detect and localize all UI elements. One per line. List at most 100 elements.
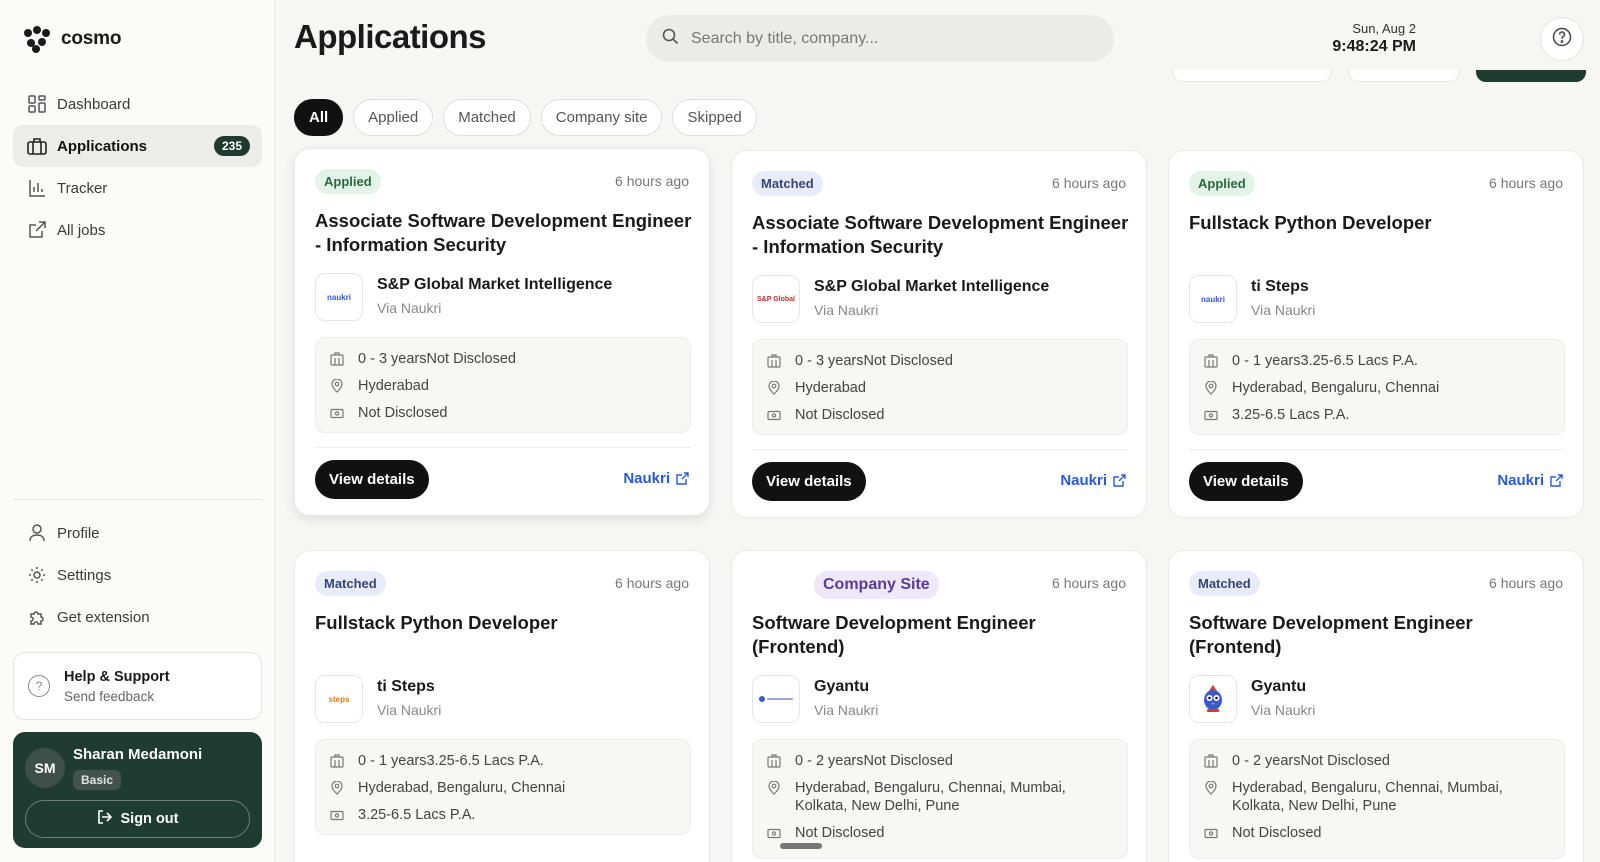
- experience-text: 0 - 1 years3.25-6.5 Lacs P.A.: [358, 753, 544, 769]
- help-support-card[interactable]: ? Help & Support Send feedback: [13, 652, 262, 720]
- filter-company-site[interactable]: Company site: [540, 99, 663, 136]
- applications-count-badge: 235: [213, 136, 250, 156]
- application-card[interactable]: Company Site 6 hours ago Software Develo…: [731, 550, 1147, 862]
- view-details-button[interactable]: View details: [752, 462, 866, 501]
- location-row: Hyderabad: [330, 377, 676, 395]
- source-link[interactable]: Naukri: [623, 470, 689, 487]
- salary-row: Not Disclosed: [1204, 824, 1550, 842]
- job-title: Associate Software Development Engineer …: [752, 212, 1129, 257]
- salary-row: Not Disclosed: [330, 404, 676, 422]
- view-details-button[interactable]: View details: [1189, 462, 1303, 501]
- search-input[interactable]: [691, 29, 1091, 48]
- location-text: Hyderabad: [795, 380, 866, 396]
- job-details: 0 - 3 yearsNot Disclosed Hyderabad Not D…: [752, 339, 1128, 435]
- status-badge: Matched: [1189, 571, 1260, 596]
- hidden-toolbar-edge: [1172, 70, 1588, 86]
- sign-out-label: Sign out: [120, 811, 179, 827]
- location-pin-icon: [768, 781, 780, 795]
- plan-badge: Basic: [73, 770, 122, 790]
- nav-item-get-extension[interactable]: Get extension: [13, 596, 262, 638]
- sign-out-button[interactable]: Sign out: [25, 800, 250, 838]
- nav-item-tracker[interactable]: Tracker: [13, 167, 262, 209]
- money-icon: [1204, 828, 1218, 839]
- filter-all[interactable]: All: [294, 99, 344, 136]
- location-text: Hyderabad, Bengaluru, Chennai, Mumbai, K…: [795, 780, 1066, 814]
- job-details: 0 - 2 yearsNot Disclosed Hyderabad, Beng…: [752, 739, 1128, 859]
- horizontal-scrollbar-thumb[interactable]: [780, 843, 822, 849]
- building-icon: [767, 754, 781, 768]
- source-via: Via Naukri: [377, 702, 442, 718]
- view-details-button[interactable]: View details: [315, 460, 429, 499]
- brand-name: cosmo: [61, 28, 122, 49]
- building-icon: [330, 352, 344, 366]
- application-card[interactable]: Applied 6 hours ago Fullstack Python Dev…: [1168, 150, 1584, 518]
- job-title: Software Development Engineer (Frontend): [1189, 612, 1473, 657]
- location-row: Hyderabad, Bengaluru, Chennai: [330, 779, 676, 797]
- experience-row: 0 - 3 yearsNot Disclosed: [767, 352, 1113, 370]
- search-bar[interactable]: [646, 15, 1114, 62]
- time-ago: 6 hours ago: [1052, 575, 1126, 591]
- external-link-icon: [27, 220, 47, 240]
- status-badge: Applied: [315, 169, 381, 194]
- money-icon: [330, 810, 344, 821]
- experience-row: 0 - 3 yearsNot Disclosed: [330, 350, 676, 368]
- application-card[interactable]: Matched 6 hours ago Fullstack Python Dev…: [294, 550, 710, 862]
- job-title: Software Development Engineer (Frontend): [752, 612, 1036, 657]
- location-pin-icon: [331, 379, 343, 393]
- job-title: Associate Software Development Engineer …: [315, 210, 692, 255]
- sidebar-divider: [13, 499, 262, 500]
- company-logo: [1189, 675, 1237, 723]
- status-badge: Matched: [315, 571, 386, 596]
- filter-matched[interactable]: Matched: [443, 99, 531, 136]
- briefcase-icon: [27, 136, 47, 156]
- salary-text: 3.25-6.5 Lacs P.A.: [358, 807, 476, 823]
- company-logo: [752, 675, 800, 723]
- filter-applied[interactable]: Applied: [353, 99, 434, 136]
- sp-global-logo-icon: S&P Global: [757, 295, 795, 303]
- help-title: Help & Support: [64, 668, 170, 685]
- location-row: Hyderabad, Bengaluru, Chennai, Mumbai, K…: [767, 779, 1113, 815]
- source-link[interactable]: Naukri: [1060, 472, 1126, 489]
- experience-row: 0 - 2 yearsNot Disclosed: [1204, 752, 1550, 770]
- search-icon: [662, 28, 679, 50]
- nav-item-all-jobs[interactable]: All jobs: [13, 209, 262, 251]
- application-card[interactable]: Applied 6 hours ago Associate Software D…: [294, 148, 710, 516]
- application-card[interactable]: Matched 6 hours ago Associate Software D…: [731, 150, 1147, 518]
- location-text: Hyderabad, Bengaluru, Chennai: [1232, 380, 1440, 396]
- location-text: Hyderabad, Bengaluru, Chennai: [358, 780, 566, 796]
- nav-item-dashboard[interactable]: Dashboard: [13, 83, 262, 125]
- location-pin-icon: [768, 381, 780, 395]
- company-name: Gyantu: [1251, 678, 1307, 695]
- source-link[interactable]: Naukri: [1497, 472, 1563, 489]
- nav-item-settings[interactable]: Settings: [13, 554, 262, 596]
- card-divider: [752, 449, 1128, 450]
- nav-item-applications[interactable]: Applications 235: [13, 125, 262, 167]
- current-date: Sun, Aug 2: [1352, 21, 1416, 36]
- sign-out-icon: [97, 809, 113, 829]
- card-divider: [1189, 449, 1565, 450]
- time-ago: 6 hours ago: [1489, 175, 1563, 191]
- job-title: Fullstack Python Developer: [315, 612, 558, 633]
- help-button[interactable]: [1540, 17, 1584, 61]
- naukri-logo-icon: naukri: [1200, 294, 1225, 304]
- nav-item-profile[interactable]: Profile: [13, 512, 262, 554]
- source-via: Via Naukri: [814, 302, 879, 318]
- nav-label: Tracker: [57, 179, 108, 197]
- application-card[interactable]: Matched 6 hours ago Software Development…: [1168, 550, 1584, 862]
- location-row: Hyderabad, Bengaluru, Chennai: [1204, 379, 1550, 397]
- money-icon: [767, 410, 781, 421]
- nav-label: Applications: [57, 137, 148, 155]
- company-logo: naukri: [315, 273, 363, 321]
- location-row: Hyderabad, Bengaluru, Chennai, Mumbai, K…: [1204, 779, 1550, 815]
- building-icon: [767, 354, 781, 368]
- experience-row: 0 - 1 years3.25-6.5 Lacs P.A.: [1204, 352, 1550, 370]
- time-ago: 6 hours ago: [615, 173, 689, 189]
- naukri-logo-icon: naukri: [326, 292, 351, 302]
- dashboard-icon: [27, 94, 47, 114]
- source-via: Via Naukri: [1251, 702, 1316, 718]
- experience-text: 0 - 3 yearsNot Disclosed: [795, 353, 953, 369]
- nav-label: Settings: [57, 566, 112, 584]
- filter-skipped[interactable]: Skipped: [672, 99, 757, 136]
- status-badge: Applied: [1189, 171, 1255, 196]
- brand[interactable]: cosmo: [24, 26, 122, 53]
